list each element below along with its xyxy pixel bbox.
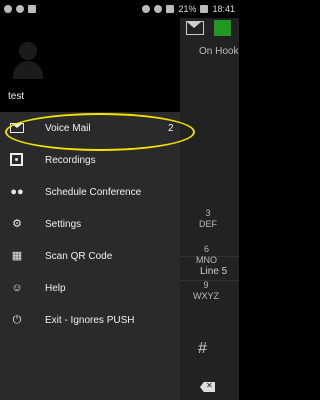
notification-icon: [4, 5, 12, 13]
dialpad-key-9[interactable]: 9 WXYZ: [193, 280, 219, 302]
avatar: [8, 36, 48, 79]
on-hook-indicator[interactable]: [214, 20, 231, 36]
menu-item-voice-mail[interactable]: Voice Mail 2: [0, 112, 180, 144]
username: test: [8, 91, 25, 102]
status-right-icons: 21% 18:41: [142, 4, 235, 14]
dialpad-key-3[interactable]: 3 DEF: [199, 208, 217, 230]
on-hook-status: On Hook: [199, 46, 239, 57]
menu-item-label: Scan QR Code: [45, 250, 113, 262]
status-bar: 21% 18:41: [0, 0, 239, 18]
notification-icon: [16, 5, 24, 13]
mail-icon[interactable]: [186, 21, 204, 35]
backspace-icon[interactable]: ✕: [200, 382, 215, 392]
wifi-icon: [154, 5, 163, 13]
signal-icon: [166, 5, 175, 13]
notification-icon: [28, 5, 36, 13]
mute-icon: [142, 5, 151, 13]
battery-percent: 21%: [178, 4, 197, 14]
line-5-tab[interactable]: Line 5: [200, 266, 227, 277]
menu-item-scan-qr[interactable]: ▦ Scan QR Code: [0, 240, 180, 272]
menu-item-help[interactable]: ☺ Help: [0, 272, 180, 304]
menu-item-schedule-conference[interactable]: ●● Schedule Conference: [0, 176, 180, 208]
menu-item-label: Recordings: [45, 154, 96, 166]
background-dialer: On Hook Line 5 3 DEF 6 MNO 9 WXYZ # ✕: [180, 18, 239, 400]
power-icon: ⏻: [12, 314, 22, 326]
navigation-drawer: test Voice Mail 2 Recordings ●● Schedule…: [0, 18, 180, 400]
menu-item-settings[interactable]: ⚙ Settings: [0, 208, 180, 240]
clock: 18:41: [212, 4, 235, 14]
menu-item-label: Settings: [45, 218, 82, 230]
status-left-icons: [4, 5, 36, 13]
qr-code-icon: ▦: [11, 250, 23, 262]
gears-icon: ⚙: [12, 218, 22, 230]
menu-item-label: Voice Mail: [45, 122, 91, 134]
people-icon: ●●: [10, 186, 24, 198]
drawer-header: test: [0, 18, 180, 112]
voicemail-icon: [10, 123, 24, 133]
menu-item-recordings[interactable]: Recordings: [0, 144, 180, 176]
recordings-icon: [10, 153, 23, 166]
menu-item-label: Schedule Conference: [45, 186, 142, 198]
dialpad-key-6[interactable]: 6 MNO: [196, 244, 217, 266]
battery-icon: [200, 5, 209, 13]
help-user-icon: ☺: [11, 282, 23, 294]
menu-item-exit[interactable]: ⏻ Exit - Ignores PUSH: [0, 304, 180, 336]
menu-item-label: Help: [45, 282, 66, 294]
drawer-menu: Voice Mail 2 Recordings ●● Schedule Conf…: [0, 112, 180, 336]
dialpad-key-hash[interactable]: #: [198, 340, 207, 358]
menu-item-label: Exit - Ignores PUSH: [45, 314, 135, 326]
voicemail-count: 2: [168, 122, 174, 134]
